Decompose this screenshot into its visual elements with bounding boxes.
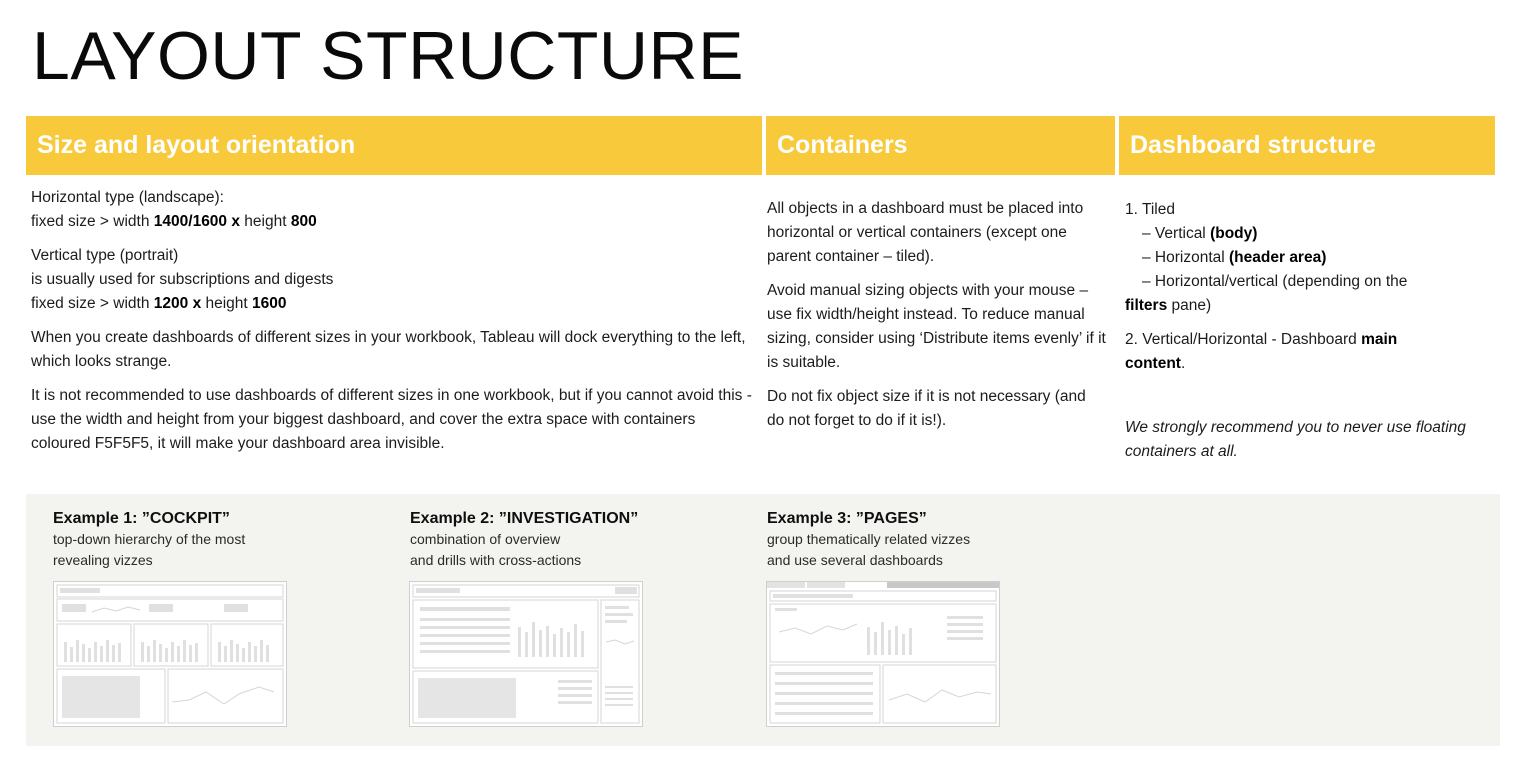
- containers-paragraph-2: Avoid manual sizing objects with your mo…: [767, 282, 1106, 371]
- height-value: 800: [290, 213, 317, 230]
- example-title: Example 3: ”PAGES”: [767, 510, 927, 527]
- structure-item-2: 2. Vertical/Horizontal - Dashboard main: [1125, 328, 1495, 352]
- text: height: [244, 213, 291, 230]
- cockpit-wireframe: [56, 584, 284, 724]
- investigation-wireframe: [412, 584, 640, 724]
- example-title: Example 2: ”INVESTIGATION”: [410, 510, 639, 527]
- header-size-layout: Size and layout orientation: [26, 116, 762, 175]
- horizontal-type-heading: Horizontal type (landscape):: [31, 189, 224, 206]
- recommendation-paragraph: It is not recommended to use dashboards …: [31, 387, 752, 452]
- text: – Vertical: [1142, 225, 1211, 242]
- example-pages: Example 3: ”PAGES” group thematically re…: [767, 508, 970, 571]
- floating-containers-note: We strongly recommend you to never use f…: [1125, 416, 1495, 464]
- example-desc-2: and use several dashboards: [767, 552, 943, 568]
- bold-text: (header area): [1229, 249, 1327, 266]
- bold-text: main: [1361, 331, 1398, 348]
- example-desc-2: and drills with cross-actions: [410, 552, 582, 568]
- header-containers: Containers: [766, 116, 1115, 175]
- size-layout-column: Horizontal type (landscape): fixed size …: [31, 186, 759, 456]
- width-value: 1400/1600: [153, 213, 228, 230]
- x-sign: x: [188, 295, 206, 312]
- different-sizes-paragraph: When you create dashboards of different …: [31, 329, 746, 370]
- cockpit-thumbnail: [53, 581, 287, 727]
- width-value: 1200: [153, 295, 189, 312]
- x-sign: x: [227, 213, 245, 230]
- pages-thumbnail: [766, 581, 1000, 727]
- text: – Horizontal: [1142, 249, 1230, 266]
- text: .: [1180, 355, 1186, 372]
- height-value: 1600: [252, 295, 287, 312]
- example-desc-2: revealing vizzes: [53, 552, 153, 568]
- text: fixed size > width: [31, 213, 154, 230]
- bold-text: content: [1125, 355, 1181, 372]
- text: pane): [1167, 297, 1212, 314]
- example-desc-1: combination of overview: [410, 531, 561, 547]
- investigation-thumbnail: [409, 581, 643, 727]
- vertical-size-line: fixed size > width 1200 x height 1600: [31, 292, 759, 316]
- containers-paragraph-3: Do not fix object size if it is not nece…: [767, 388, 1086, 429]
- vertical-usage: is usually used for subscriptions and di…: [31, 271, 334, 288]
- italic-text: We strongly recommend you to never use f…: [1125, 419, 1466, 460]
- structure-sub-2: – Horizontal (header area): [1125, 246, 1495, 270]
- structure-sub-3: – Horizontal/vertical (depending on the: [1142, 273, 1408, 290]
- containers-column: All objects in a dashboard must be place…: [767, 197, 1107, 433]
- horizontal-size-line: fixed size > width 1400/1600 x height 80…: [31, 210, 759, 234]
- text: fixed size > width: [31, 295, 154, 312]
- structure-sub-1: – Vertical (body): [1125, 222, 1495, 246]
- vertical-type-heading: Vertical type (portrait): [31, 247, 179, 264]
- example-desc-1: group thematically related vizzes: [767, 531, 971, 547]
- structure-column: 1. Tiled – Vertical (body) – Horizontal …: [1125, 198, 1495, 464]
- bold-text: (body): [1210, 225, 1258, 242]
- structure-item-1: 1. Tiled: [1125, 201, 1175, 218]
- examples-panel: Example 1: ”COCKPIT” top-down hierarchy …: [26, 494, 1500, 746]
- example-desc-1: top-down hierarchy of the most: [53, 531, 246, 547]
- example-cockpit: Example 1: ”COCKPIT” top-down hierarchy …: [53, 508, 245, 571]
- example-investigation: Example 2: ”INVESTIGATION” combination o…: [410, 508, 638, 571]
- structure-item-2-cont: content.: [1125, 352, 1495, 376]
- pages-wireframe: [767, 582, 999, 724]
- example-title: Example 1: ”COCKPIT”: [53, 510, 230, 527]
- header-dashboard-structure: Dashboard structure: [1119, 116, 1495, 175]
- bold-text: filters: [1125, 297, 1168, 314]
- structure-sub-3-cont: filters pane): [1125, 294, 1495, 318]
- containers-paragraph-1: All objects in a dashboard must be place…: [767, 200, 1084, 265]
- text: height: [205, 295, 253, 312]
- text: 2. Vertical/Horizontal - Dashboard: [1125, 331, 1362, 348]
- page-title: LAYOUT STRUCTURE: [32, 18, 745, 94]
